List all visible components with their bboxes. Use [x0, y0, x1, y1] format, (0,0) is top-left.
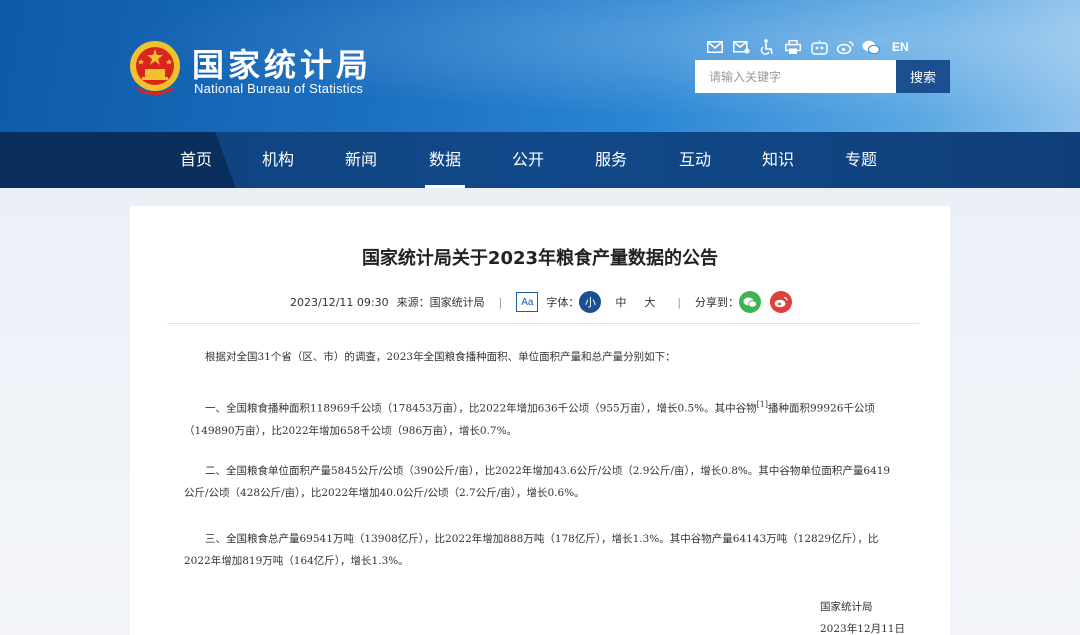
- article-title: 国家统计局关于2023年粮食产量数据的公告: [361, 248, 719, 269]
- signature-date: 2023年12月11日: [820, 623, 905, 635]
- nav-item-public[interactable]: 公开: [508, 132, 548, 188]
- share-wechat-icon[interactable]: [739, 291, 762, 313]
- article-divider: [167, 323, 919, 324]
- accessibility-icon[interactable]: [758, 38, 776, 56]
- site-header: 国家统计局 National Bureau of Statistics EN 搜…: [0, 0, 1080, 132]
- article-card: 国家统计局关于2023年粮食产量数据的公告 2023/12/11 09:30 来…: [130, 206, 950, 635]
- font-large-button[interactable]: 大: [644, 294, 655, 310]
- wechat-icon[interactable]: [862, 38, 880, 56]
- nav-item-topics[interactable]: 专题: [841, 132, 881, 188]
- language-switch-en[interactable]: EN: [892, 40, 909, 54]
- footnote-ref[interactable]: [1]: [757, 400, 768, 409]
- site-logo-english[interactable]: National Bureau of Statistics: [194, 81, 363, 96]
- search-input[interactable]: [695, 60, 896, 93]
- article-source: 国家统计局: [429, 296, 485, 309]
- nav-item-home[interactable]: 首页: [176, 132, 216, 188]
- article-paragraph-1: 一、全国粮食播种面积118969千公顷（178453万亩），比2022年增加63…: [184, 394, 897, 442]
- weibo-icon[interactable]: [836, 38, 854, 56]
- article-meta: 2023/12/11 09:30 来源： 国家统计局 | Aa 字体： 小 中 …: [290, 290, 793, 314]
- nav-item-interaction[interactable]: 互动: [675, 132, 715, 188]
- nav-item-institution[interactable]: 机构: [258, 132, 298, 188]
- font-size-icon[interactable]: Aa: [516, 292, 539, 312]
- font-medium-button[interactable]: 中: [615, 294, 626, 310]
- robot-icon[interactable]: [810, 38, 828, 56]
- signature-org: 国家统计局: [820, 601, 873, 613]
- share-weibo-icon[interactable]: [770, 291, 793, 313]
- source-label: 来源：: [396, 296, 430, 309]
- font-label: 字体：: [546, 296, 580, 309]
- nav-item-data[interactable]: 数据: [425, 132, 465, 188]
- main-nav: 首页 机构 新闻 数据 公开 服务 互动 知识 专题: [0, 132, 1080, 188]
- paragraph-1-text-a: 一、全国粮食播种面积118969千公顷（178453万亩），比2022年增加63…: [205, 402, 757, 415]
- nav-item-news[interactable]: 新闻: [341, 132, 381, 188]
- meta-divider: |: [677, 295, 682, 309]
- print-icon[interactable]: [784, 38, 802, 56]
- article-paragraph-3: 三、全国粮食总产量69541万吨（13908亿斤），比2022年增加888万吨（…: [184, 533, 879, 567]
- nav-item-knowledge[interactable]: 知识: [758, 132, 798, 188]
- article-datetime: 2023/12/11 09:30: [290, 295, 389, 309]
- nav-item-service[interactable]: 服务: [591, 132, 631, 188]
- site-logo-text[interactable]: 国家统计局: [192, 40, 372, 86]
- header-toolbar: EN: [706, 38, 909, 56]
- share-label: 分享到：: [695, 296, 740, 309]
- mail-icon[interactable]: [706, 38, 724, 56]
- national-emblem-icon[interactable]: [128, 39, 182, 97]
- article-paragraph-2: 二、全国粮食单位面积产量5845公斤/公顷（390公斤/亩），比2022年增加4…: [184, 465, 891, 499]
- search-button[interactable]: 搜索: [896, 60, 950, 93]
- font-small-button[interactable]: 小: [579, 291, 602, 313]
- article-intro: 根据对全国31个省（区、市）的调查，2023年全国粮食播种面积、单位面积产量和总…: [205, 351, 676, 363]
- feedback-mail-icon[interactable]: [732, 38, 750, 56]
- meta-divider: |: [498, 295, 503, 309]
